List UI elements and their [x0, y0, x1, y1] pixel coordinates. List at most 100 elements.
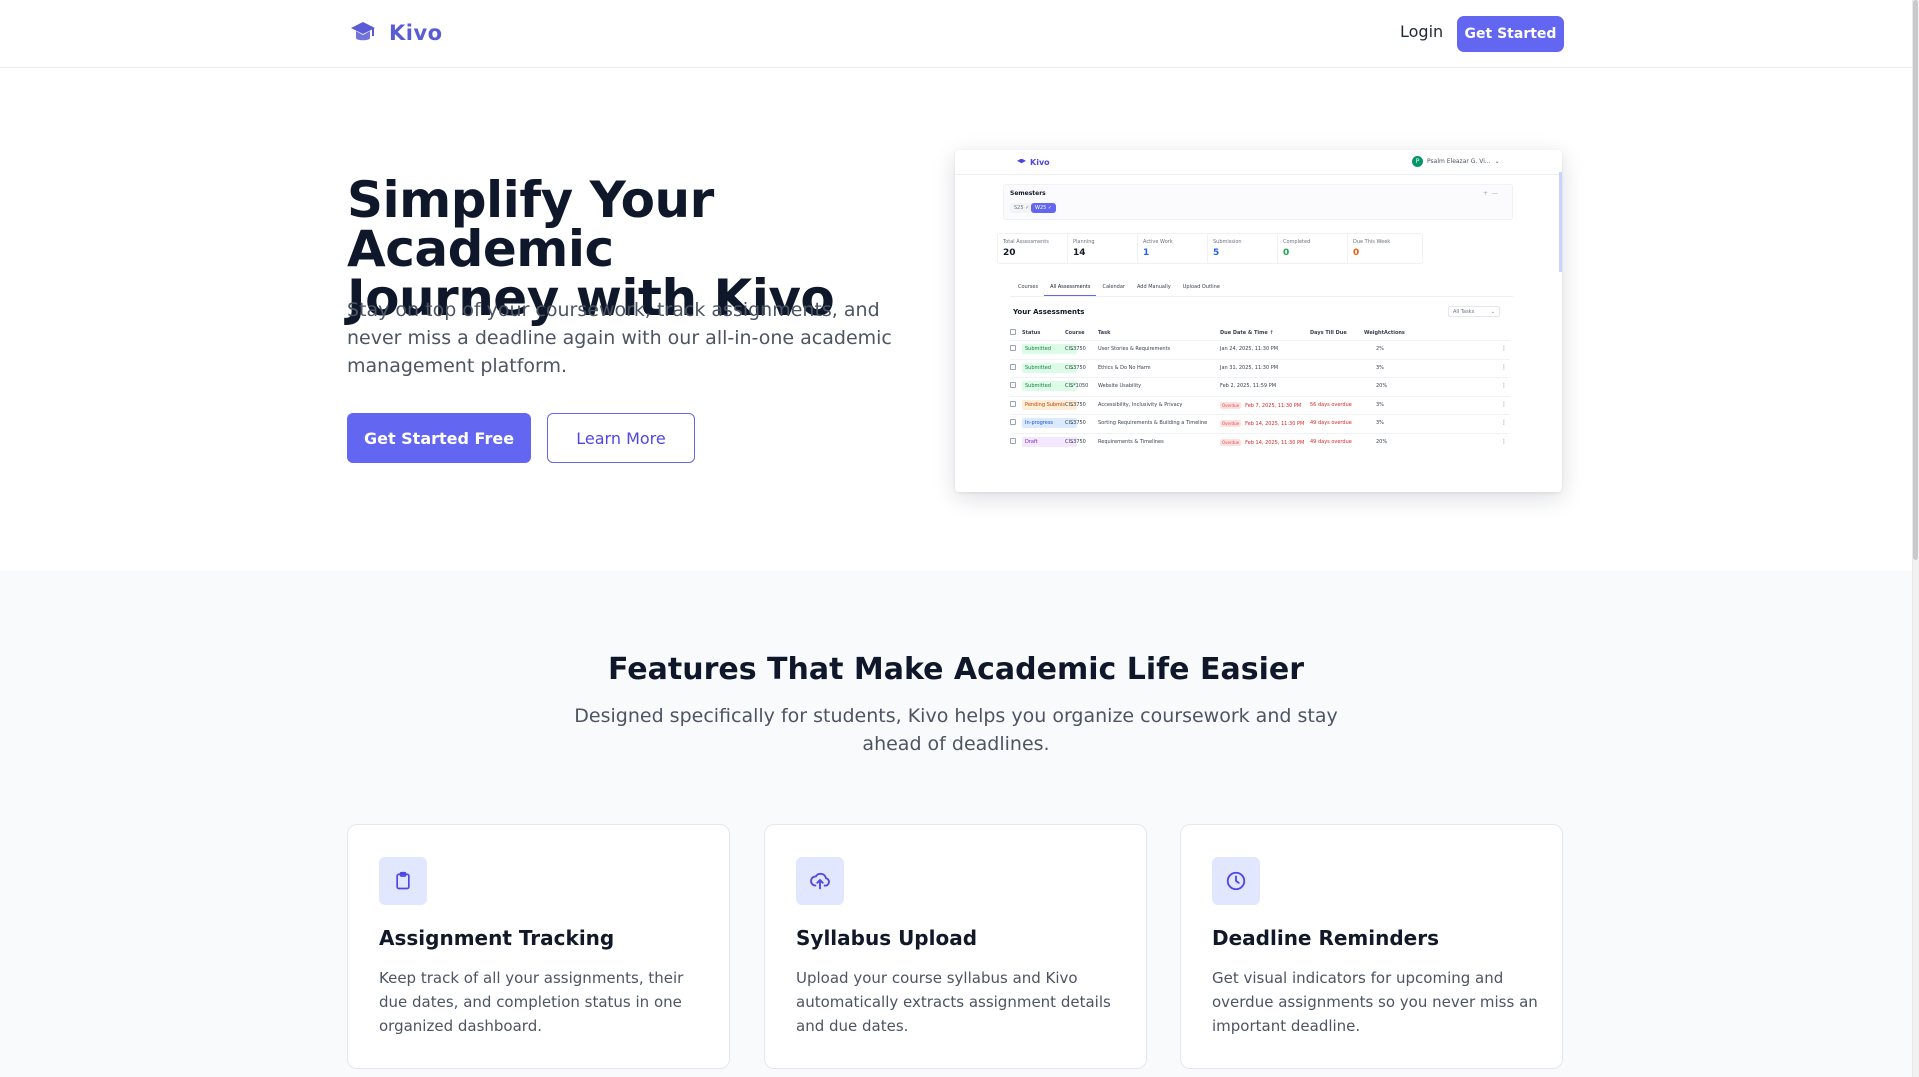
- preview-stat-label: Active Work: [1143, 239, 1173, 245]
- preview-user-menu: P Psalm Eleazar G. Vi... ⌄: [1412, 156, 1500, 167]
- chevron-down-icon: ⌄: [1494, 158, 1500, 165]
- divider: [1010, 296, 1513, 297]
- row-due-date: Overdue Feb 7, 2025, 11:30 PM: [1220, 401, 1302, 409]
- row-course: CIS3750: [1065, 346, 1086, 352]
- row-days-till-due: 49 days overdue: [1310, 420, 1352, 426]
- preview-stat-label: Due This Week: [1353, 239, 1391, 245]
- preview-column-header: Due Date & Time ↑: [1220, 330, 1274, 336]
- get-started-button[interactable]: Get Started: [1457, 16, 1564, 52]
- preview-column-header: Actions: [1384, 330, 1405, 336]
- table-row: Pending Submis ⌄ CIS3750 Accessibility, Inc…: [1010, 395, 1510, 414]
- row-checkbox: [1010, 400, 1016, 407]
- clipboard-icon: [379, 857, 427, 905]
- preview-stat-card: Due This Week 0: [1347, 233, 1423, 264]
- row-days-till-due: 56 days overdue: [1310, 401, 1352, 408]
- preview-semester-actions: + —: [1483, 190, 1498, 197]
- preview-column-header: Status: [1022, 330, 1041, 336]
- learn-more-button[interactable]: Learn More: [547, 413, 695, 463]
- feature-card-syllabus-upload: Syllabus Upload Upload your course sylla…: [764, 824, 1147, 1069]
- row-weight: 2%: [1376, 346, 1384, 352]
- row-checkbox: [1010, 419, 1016, 425]
- preview-panel-title: Your Assessments: [1013, 308, 1085, 316]
- preview-brand-name: Kivo: [1030, 158, 1050, 167]
- feature-card-assignment-tracking: Assignment Tracking Keep track of all yo…: [347, 824, 730, 1069]
- row-weight: 3%: [1376, 401, 1384, 408]
- feature-card-title: Deadline Reminders: [1212, 926, 1440, 950]
- row-course: CIS3750: [1065, 438, 1086, 445]
- row-task: User Stories & Requirements: [1098, 346, 1171, 352]
- more-actions-icon: ⋮: [1501, 363, 1507, 371]
- preview-stat-label: Total Assessments: [1003, 239, 1049, 245]
- preview-stat-label: Planning: [1073, 239, 1095, 245]
- preview-semesters-label: Semesters: [1010, 190, 1046, 197]
- row-task: Sorting Requirements & Building a Timeli…: [1098, 420, 1208, 426]
- row-due-date: Overdue Feb 14, 2025, 11:30 PM: [1220, 420, 1305, 427]
- feature-card-title: Assignment Tracking: [379, 926, 615, 950]
- preview-stat-value: 5: [1213, 248, 1220, 258]
- graduation-cap-icon: [351, 22, 375, 41]
- hero-title-line1: Simplify Your Academic: [347, 171, 714, 278]
- row-task: Accessibility, Inclusivity & Privacy: [1098, 401, 1183, 408]
- preview-stat-value: 14: [1073, 248, 1086, 258]
- preview-column-header: Course: [1065, 330, 1085, 336]
- row-task: Requirements & Timelines: [1098, 438, 1164, 445]
- preview-tab: Add Manually: [1136, 284, 1171, 290]
- row-checkbox: [1010, 382, 1016, 388]
- chevron-down-icon: ⌄: [1490, 309, 1495, 315]
- row-weight: 20%: [1376, 383, 1388, 389]
- preview-stat-value: 0: [1283, 248, 1290, 258]
- preview-filter-value: All Tasks: [1453, 309, 1475, 315]
- overdue-badge: Overdue: [1220, 420, 1242, 427]
- features-subtitle: Designed specifically for students, Kivo…: [574, 705, 1338, 755]
- graduation-cap-icon: [1017, 158, 1026, 164]
- table-row: Submitted ⌄ CIS*1050 Website Usability Feb 2…: [1010, 377, 1510, 395]
- table-row: In-progress ⌄ CIS3750 Sorting Requirements …: [1010, 414, 1510, 432]
- feature-card-text: Upload your course syllabus and Kivo aut…: [796, 969, 1111, 1035]
- login-link[interactable]: Login: [1400, 22, 1443, 41]
- preview-tabs: Courses All Assessments Calendar Add Manual…: [1012, 284, 1226, 296]
- table-row: Submitted ⌄ CIS3750 User Stories & Requirem…: [1010, 340, 1510, 358]
- page-scrollbar[interactable]: [1912, 0, 1919, 1077]
- preview-tab: Upload Outline: [1182, 284, 1220, 290]
- row-task: Ethics & Do No Harm: [1098, 364, 1151, 371]
- brand-logo[interactable]: Kivo: [349, 19, 443, 47]
- row-due-date: Overdue Feb 14, 2025, 11:30 PM: [1220, 438, 1305, 446]
- preview-select-all-checkbox: [1010, 329, 1016, 335]
- more-actions-icon: ⋮: [1501, 437, 1507, 445]
- preview-stat-value: 0: [1353, 248, 1360, 258]
- more-actions-icon: ⋮: [1501, 345, 1507, 352]
- row-days-till-due: 49 days overdue: [1310, 438, 1352, 445]
- row-weight: 3%: [1376, 364, 1384, 371]
- table-row: Submitted ⌄ CIS3750 Ethics & Do No Harm Jan …: [1010, 358, 1510, 377]
- upload-cloud-icon: [796, 857, 844, 905]
- preview-filter-select: All Tasks ⌄: [1448, 306, 1500, 317]
- preview-stat-card: Total Assessments 20: [997, 233, 1073, 264]
- scrollbar-thumb[interactable]: [1913, 0, 1918, 560]
- feature-card-deadline-reminders: Deadline Reminders Get visual indicators…: [1180, 824, 1563, 1069]
- avatar: P: [1412, 156, 1423, 167]
- preview-column-header: Task: [1098, 330, 1111, 336]
- row-due-date: Jan 24, 2025, 11:30 PM: [1220, 346, 1279, 352]
- preview-stat-label: Completed: [1283, 239, 1311, 245]
- row-course: CIS3750: [1065, 364, 1086, 371]
- overdue-badge: Overdue: [1220, 401, 1242, 409]
- preview-tab: Courses: [1018, 284, 1039, 290]
- row-checkbox: [1010, 437, 1016, 444]
- hero-subtitle: Stay on top of your coursework, track as…: [347, 299, 892, 377]
- row-checkbox: [1010, 345, 1016, 351]
- clock-icon: [1212, 857, 1260, 905]
- preview-column-header: Weight: [1364, 330, 1384, 336]
- get-started-free-button[interactable]: Get Started Free: [347, 413, 531, 463]
- feature-card-text: Keep track of all your assignments, thei…: [379, 969, 684, 1035]
- preview-stat-card: Planning 14: [1067, 233, 1143, 264]
- preview-column-header: Days Till Due: [1310, 330, 1347, 336]
- preview-semester-pill: S25 ✓: [1010, 203, 1034, 213]
- preview-stat-card: Submission 5: [1207, 233, 1283, 264]
- row-course: CIS3750: [1065, 420, 1086, 426]
- row-due-date: Jan 31, 2025, 11:30 PM: [1220, 364, 1279, 371]
- table-row: Draft ⌄ CIS3750 Requirements & Timelines Ove…: [1010, 432, 1510, 451]
- row-course: CIS*1050: [1065, 383, 1089, 389]
- feature-card-title: Syllabus Upload: [796, 926, 978, 950]
- preview-user-name: Psalm Eleazar G. Vi...: [1427, 158, 1491, 165]
- preview-stat-card: Active Work 1: [1137, 233, 1213, 264]
